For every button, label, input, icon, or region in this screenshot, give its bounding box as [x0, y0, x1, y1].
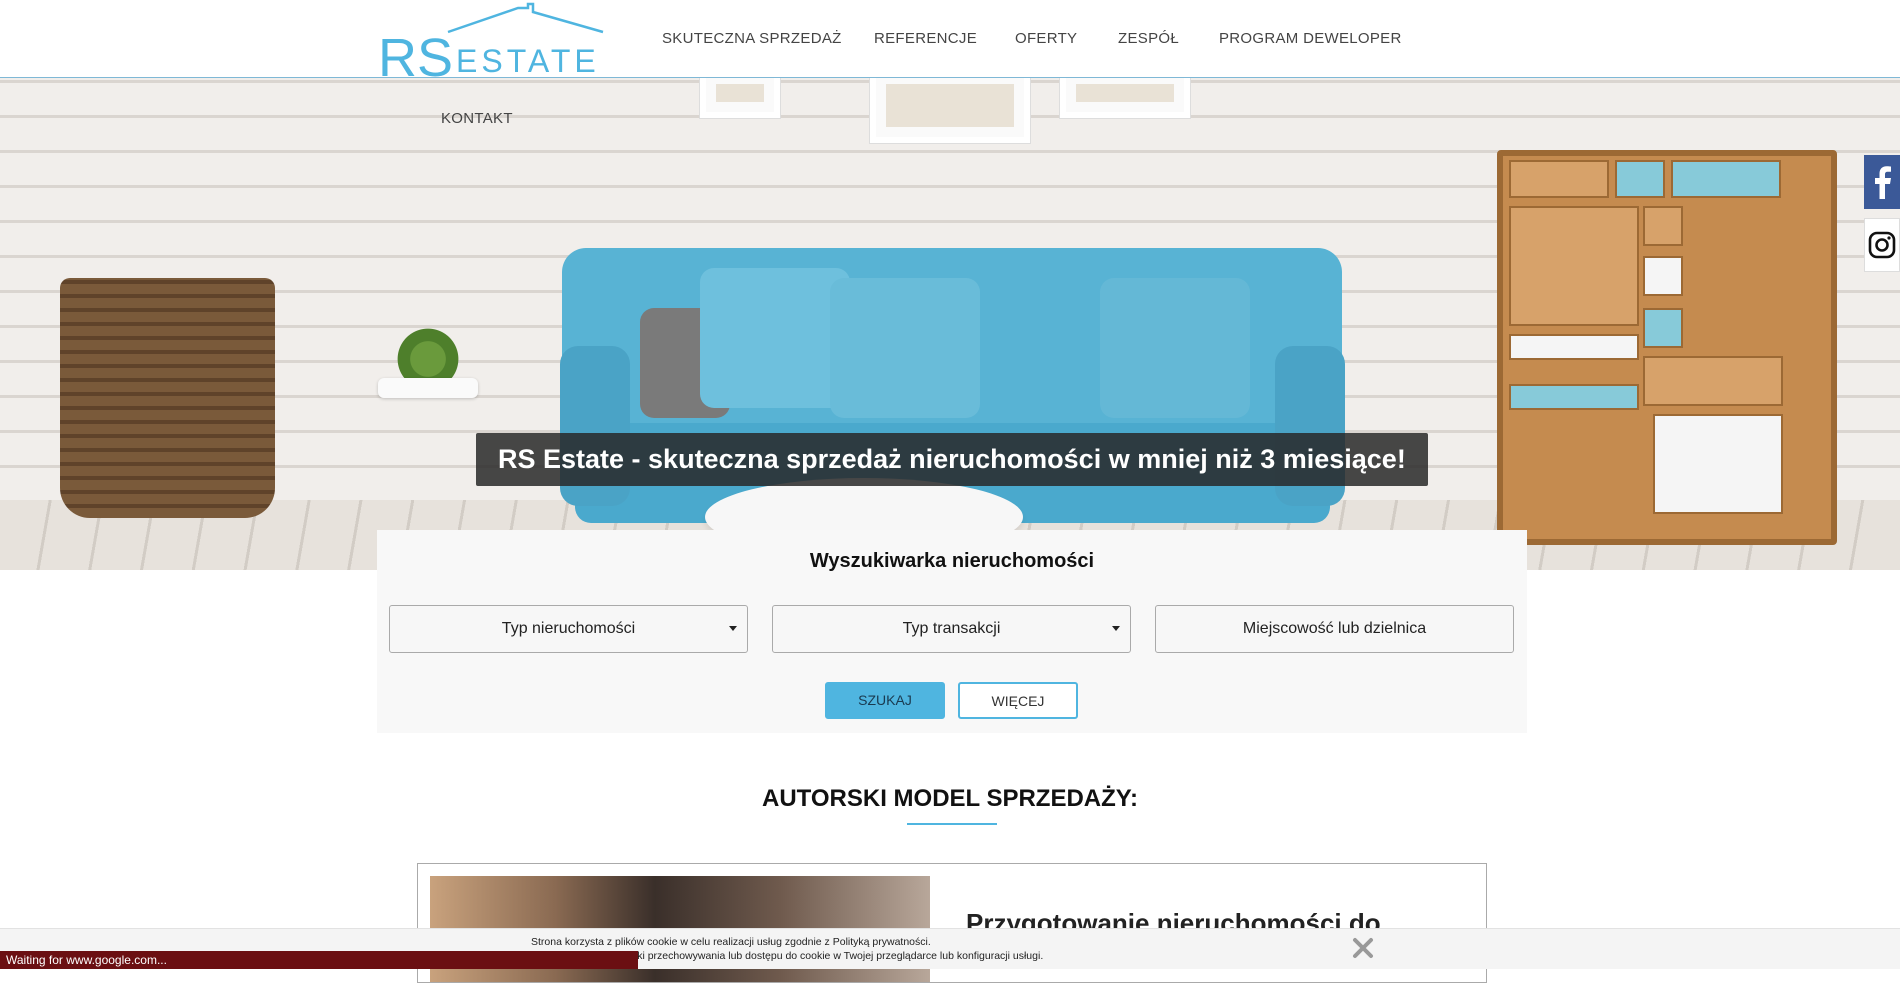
rs-estate-logo[interactable]: RS ESTATE — [378, 2, 608, 88]
transaction-type-select[interactable]: Typ transakcji — [772, 605, 1131, 653]
caret-down-icon — [729, 626, 737, 631]
instagram-link[interactable] — [1864, 218, 1900, 272]
close-icon — [1353, 938, 1373, 958]
nav-skuteczna-sprzedaz[interactable]: SKUTECZNA SPRZEDAŻ — [662, 30, 842, 47]
instagram-icon — [1868, 231, 1896, 259]
wall-picture — [700, 78, 780, 118]
nav-referencje[interactable]: REFERENCJE — [874, 30, 977, 47]
caret-down-icon — [1112, 626, 1120, 631]
property-type-select[interactable]: Typ nieruchomości — [389, 605, 748, 653]
property-type-value: Typ nieruchomości — [501, 620, 636, 637]
transaction-type-value: Typ transakcji — [902, 620, 1001, 637]
bookshelf — [1497, 150, 1837, 545]
hero-banner: RS Estate - skuteczna sprzedaż nieruchom… — [0, 78, 1900, 570]
side-table — [378, 378, 478, 398]
pillow — [1100, 278, 1250, 418]
logo-rs-text: RS — [378, 28, 453, 78]
hero-title: RS Estate - skuteczna sprzedaż nieruchom… — [476, 433, 1428, 486]
facebook-icon — [1875, 166, 1891, 199]
location-input[interactable]: Miejscowość lub dzielnica — [1155, 605, 1514, 653]
section-underline — [907, 823, 997, 825]
nav-zespol[interactable]: ZESPÓŁ — [1118, 30, 1179, 47]
pillow — [700, 268, 850, 408]
section-title: AUTORSKI MODEL SPRZEDAŻY: — [761, 785, 1139, 812]
wall-picture — [870, 78, 1030, 143]
location-placeholder: Miejscowość lub dzielnica — [1242, 620, 1427, 637]
search-button[interactable]: SZUKAJ — [825, 682, 945, 719]
potted-plant — [393, 323, 463, 383]
pillow — [830, 278, 980, 418]
logo-estate-text: ESTATE — [456, 43, 600, 78]
facebook-link[interactable] — [1864, 155, 1900, 209]
cookie-close-button[interactable] — [1350, 935, 1376, 961]
site-header: RS ESTATE SKUTECZNA SPRZEDAŻ REFERENCJE … — [0, 0, 1900, 88]
more-button[interactable]: WIĘCEJ — [958, 682, 1078, 719]
nav-oferty[interactable]: OFERTY — [1015, 30, 1077, 47]
logo-graphic: RS ESTATE — [378, 2, 604, 88]
browser-status-bar: Waiting for www.google.com... — [0, 951, 638, 969]
cookie-line-1: Strona korzysta z plików cookie w celu r… — [531, 936, 931, 948]
search-title: Wyszukiwarka nieruchomości — [809, 550, 1095, 572]
nav-program-deweloper[interactable]: PROGRAM DEWELOPER — [1219, 30, 1402, 47]
wicker-basket — [60, 278, 275, 518]
wall-picture — [1060, 78, 1190, 118]
nav-kontakt[interactable]: KONTAKT — [441, 110, 513, 127]
property-search-panel: Wyszukiwarka nieruchomości Typ nieruchom… — [377, 530, 1527, 733]
